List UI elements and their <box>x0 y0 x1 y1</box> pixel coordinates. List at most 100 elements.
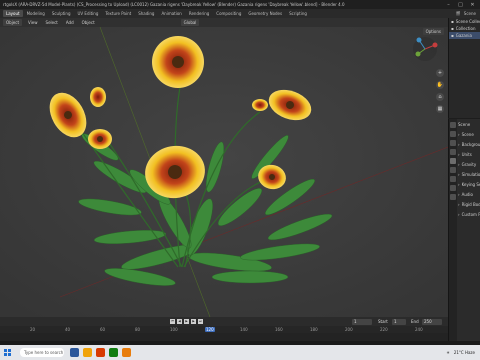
view-layer-tab-icon[interactable] <box>450 149 456 155</box>
outliner-row[interactable]: ▪Scene Collection <box>449 18 480 25</box>
properties-section-label: Keying Sets <box>461 181 480 187</box>
start-button[interactable] <box>0 345 14 360</box>
chevron-right-icon: › <box>458 141 460 147</box>
outliner-row-label: Gazania <box>455 33 472 38</box>
taskbar-app-icon[interactable] <box>96 348 105 357</box>
system-tray: ☀ 21°C Haze <box>446 350 480 355</box>
workspace-tab-scripting[interactable]: Scripting <box>286 10 310 17</box>
maximize-button[interactable]: □ <box>456 2 465 8</box>
properties-section[interactable]: ›Background <box>458 139 480 149</box>
taskbar-app-icon[interactable] <box>70 348 79 357</box>
object-menu[interactable]: Object <box>80 19 97 26</box>
workspace-tab-compositing[interactable]: Compositing <box>213 10 244 17</box>
ruler-tick-label: 80 <box>135 327 141 332</box>
current-frame-field[interactable]: 1 <box>352 318 372 325</box>
properties-section[interactable]: › Scene <box>458 129 480 139</box>
jump-start-icon[interactable]: ⏮ <box>170 319 175 324</box>
transform-orientation-dropdown[interactable]: Global <box>180 19 200 26</box>
end-label: End <box>411 318 419 324</box>
taskbar-app-icon[interactable] <box>109 348 118 357</box>
start-frame-field[interactable]: 1 <box>392 318 406 325</box>
workspace-tab-modeling[interactable]: Modeling <box>24 10 48 17</box>
properties-section[interactable]: ›Keying Sets <box>458 179 480 189</box>
workspace-tab-layout[interactable]: Layout <box>3 10 23 17</box>
properties-section[interactable]: ›Custom Props <box>458 209 480 219</box>
play-icon[interactable]: ▶ <box>184 319 189 324</box>
outliner-panel: ▪Scene Collection▪Collection▪Gazania <box>448 18 480 118</box>
properties-section[interactable]: ›Rigid Body <box>458 199 480 209</box>
world-tab-icon[interactable] <box>450 167 456 173</box>
chevron-right-icon: › <box>458 191 460 197</box>
viewport-header: Object View Select Add Object Global <box>0 18 448 27</box>
jump-end-icon[interactable]: ⏭ <box>198 319 203 324</box>
properties-section-label: Audio <box>461 191 473 197</box>
weather-text[interactable]: 21°C Haze <box>454 350 475 355</box>
ruler-tick-label: 40 <box>65 327 71 332</box>
properties-section[interactable]: › Audio <box>458 189 480 199</box>
scene-tab-icon[interactable] <box>450 158 456 164</box>
workspace-tab-rendering[interactable]: Rendering <box>186 10 212 17</box>
workspace-tab-uv-editing[interactable]: UV Editing <box>75 10 102 17</box>
chevron-right-icon: › <box>458 211 460 217</box>
ruler-tick-label: 120 <box>205 327 215 332</box>
3d-viewport[interactable]: Options + ✋ ⌂ ▦ <box>0 27 448 317</box>
output-tab-icon[interactable] <box>450 140 456 146</box>
add-menu[interactable]: Add <box>64 19 76 26</box>
weather-icon: ☀ <box>446 350 450 355</box>
minimize-button[interactable]: – <box>444 2 453 8</box>
step-back-icon[interactable]: ◀ <box>177 319 182 324</box>
properties-section[interactable]: › Gravity <box>458 159 480 169</box>
taskbar-search[interactable]: Type here to search <box>20 348 64 357</box>
tool-tab-icon[interactable] <box>450 122 456 128</box>
viewport-options-button[interactable]: Options <box>422 28 444 35</box>
outliner-row-label: Scene Collection <box>455 19 480 24</box>
workspace-tab-texture-paint[interactable]: Texture Paint <box>102 10 134 17</box>
properties-section-label: Scene <box>461 131 474 137</box>
close-button[interactable]: ✕ <box>468 2 477 8</box>
timeline-header: ⏮ ◀ ▶ ▶ ⏭ 1 Start 1 End 250 <box>0 317 448 326</box>
step-forward-icon[interactable]: ▶ <box>191 319 196 324</box>
zoom-icon[interactable]: + <box>436 69 444 77</box>
ortho-grid-icon[interactable]: ▦ <box>436 105 444 113</box>
properties-content: Scene ›Scene›Background›Units›Gravity›Si… <box>458 119 480 219</box>
outliner-row[interactable]: ▪ Collection <box>449 25 480 32</box>
window-title: rtgolsX (ARA-DRVZ-5d Model-Plants) (CS_P… <box>3 2 345 7</box>
outliner-row[interactable]: ▪ Gazania <box>449 32 480 39</box>
workspace-tab-animation[interactable]: Animation <box>158 10 184 17</box>
properties-section-label: Custom Props <box>461 211 480 217</box>
view-menu[interactable]: View <box>26 19 40 26</box>
timeline-ruler[interactable]: 20 40 60 80 100 120 140 160 180 200 220 240 <box>0 326 448 333</box>
taskbar-apps <box>70 348 131 357</box>
scene-selector[interactable]: Scene <box>464 11 476 16</box>
properties-section[interactable]: › Units <box>458 149 480 159</box>
properties-section-label: Simulation <box>461 171 480 177</box>
end-frame-field[interactable]: 250 <box>422 318 442 325</box>
scene-icon: 🎬 <box>455 11 461 16</box>
workspace-tab-shading[interactable]: Shading <box>135 10 157 17</box>
window-controls: – □ ✕ <box>444 2 480 8</box>
properties-tabs <box>449 119 457 345</box>
taskbar-app-icon[interactable] <box>122 348 131 357</box>
taskbar-app-icon[interactable] <box>83 348 92 357</box>
camera-view-icon[interactable]: ⌂ <box>436 93 444 101</box>
properties-section-label: Units <box>461 151 472 157</box>
material-tab-icon[interactable] <box>450 194 456 200</box>
ruler-tick-label: 180 <box>310 327 318 332</box>
ruler-tick-label: 100 <box>170 327 178 332</box>
workspace-tab-sculpting[interactable]: Sculpting <box>49 10 74 17</box>
chevron-right-icon: › <box>458 171 460 177</box>
mode-dropdown[interactable]: Object <box>3 19 23 26</box>
windows-logo-icon <box>3 349 11 356</box>
properties-section-label: Background <box>461 141 480 147</box>
render-tab-icon[interactable] <box>450 131 456 137</box>
chevron-right-icon: › <box>458 181 460 187</box>
pan-hand-icon[interactable]: ✋ <box>436 81 444 89</box>
select-menu[interactable]: Select <box>44 19 60 26</box>
properties-section[interactable]: ›Simulation <box>458 169 480 179</box>
object-tab-icon[interactable] <box>450 176 456 182</box>
ruler-tick-label: 20 <box>30 327 36 332</box>
chevron-right-icon: › <box>458 131 460 137</box>
modifier-tab-icon[interactable] <box>450 185 456 191</box>
ruler-tick-label: 200 <box>345 327 353 332</box>
workspace-tab-geometry-nodes[interactable]: Geometry Nodes <box>245 10 285 17</box>
